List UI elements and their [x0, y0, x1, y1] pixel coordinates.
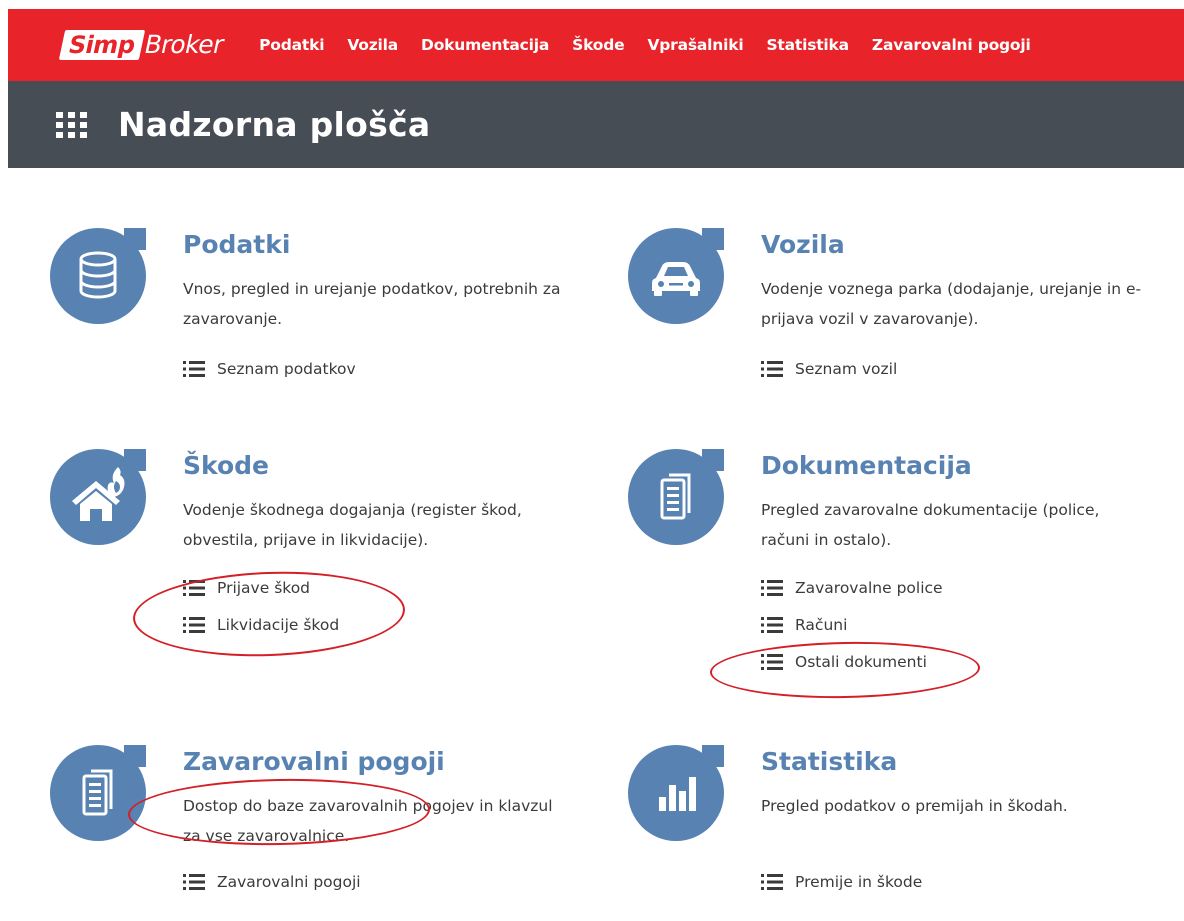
card-links-statistika: Premije in škode: [761, 863, 922, 900]
card-links-zavarovalni-pogoji: Zavarovalni pogoji: [183, 863, 361, 900]
card-links-vozila: Seznam vozil: [761, 350, 897, 387]
nav-item-skode[interactable]: Škode: [572, 36, 625, 54]
link-ostali-dokumenti[interactable]: Ostali dokumenti: [761, 643, 943, 680]
link-label: Prijave škod: [217, 578, 311, 597]
card-title-vozila[interactable]: Vozila: [761, 230, 845, 259]
link-seznam-podatkov[interactable]: Seznam podatkov: [183, 350, 356, 387]
list-icon: [183, 360, 205, 377]
card-links-podatki: Seznam podatkov: [183, 350, 356, 387]
list-icon: [761, 873, 783, 890]
link-label: Zavarovalni pogoji: [217, 872, 361, 891]
card-desc-podatki: Vnos, pregled in urejanje podatkov, potr…: [183, 280, 561, 328]
link-label: Ostali dokumenti: [795, 652, 927, 671]
link-premije-in-skode[interactable]: Premije in škode: [761, 863, 922, 900]
card-title-zavarovalni-pogoji[interactable]: Zavarovalni pogoji: [183, 747, 445, 776]
card-podatki: Podatki Vnos, pregled in urejanje podatk…: [50, 228, 610, 398]
link-label: Premije in škode: [795, 872, 923, 891]
nav-item-statistika[interactable]: Statistika: [766, 36, 849, 54]
house-fire-icon: [50, 449, 146, 545]
list-icon: [183, 579, 205, 596]
link-zavarovalne-police[interactable]: Zavarovalne police: [761, 569, 943, 606]
nav-item-podatki[interactable]: Podatki: [259, 36, 324, 54]
main-nav: Podatki Vozila Dokumentacija Škode Vpraš…: [259, 36, 1054, 54]
logo-broker-text: Broker: [141, 30, 227, 59]
card-title-skode[interactable]: Škode: [183, 451, 269, 480]
link-label: Likvidacije škod: [217, 615, 340, 634]
link-seznam-vozil[interactable]: Seznam vozil: [761, 350, 897, 387]
list-icon: [761, 616, 783, 633]
link-label: Seznam vozil: [795, 359, 898, 378]
nav-item-zavarovalni-pogoji[interactable]: Zavarovalni pogoji: [872, 36, 1031, 54]
link-racuni[interactable]: Računi: [761, 606, 943, 643]
card-dokumentacija: Dokumentacija Pregled zavarovalne dokume…: [628, 449, 1184, 689]
card-desc-zavarovalni-pogoji: Dostop do baze zavarovalnih pogojev in k…: [183, 797, 553, 845]
nav-item-dokumentacija[interactable]: Dokumentacija: [421, 36, 549, 54]
card-zavarovalni-pogoji: Zavarovalni pogoji Dostop do baze zavaro…: [50, 745, 610, 915]
database-icon: [50, 228, 146, 324]
top-navigation-bar: Simp Broker Podatki Vozila Dokumentacija…: [8, 9, 1184, 81]
logo-simp-text: Simp: [58, 30, 145, 60]
card-links-dokumentacija: Zavarovalne police Računi Ostali dokumen…: [761, 569, 943, 680]
link-zavarovalni-pogoji[interactable]: Zavarovalni pogoji: [183, 863, 361, 900]
card-title-dokumentacija[interactable]: Dokumentacija: [761, 451, 972, 480]
card-vozila: Vozila Vodenje voznega parka (dodajanje,…: [628, 228, 1184, 398]
car-icon: [628, 228, 724, 324]
link-label: Zavarovalne police: [795, 578, 943, 597]
card-desc-vozila: Vodenje voznega parka (dodajanje, urejan…: [761, 280, 1142, 328]
link-likvidacije-skod[interactable]: Likvidacije škod: [183, 606, 339, 643]
card-statistika: Statistika Pregled podatkov o premijah i…: [628, 745, 1184, 915]
list-icon: [183, 616, 205, 633]
apps-grid-icon[interactable]: [56, 111, 87, 138]
list-icon: [183, 873, 205, 890]
card-desc-skode: Vodenje škodnega dogajanja (register ško…: [183, 501, 522, 549]
nav-item-vozila[interactable]: Vozila: [347, 36, 398, 54]
page-title: Nadzorna plošča: [118, 105, 431, 144]
page-title-bar: Nadzorna plošča: [8, 81, 1184, 168]
card-title-statistika[interactable]: Statistika: [761, 747, 897, 776]
link-label: Računi: [795, 615, 848, 634]
card-skode: Škode Vodenje škodnega dogajanja (regist…: [50, 449, 610, 649]
card-links-skode: Prijave škod Likvidacije škod: [183, 569, 339, 643]
link-prijave-skod[interactable]: Prijave škod: [183, 569, 339, 606]
document-icon: [628, 449, 724, 545]
link-label: Seznam podatkov: [217, 359, 356, 378]
card-desc-dokumentacija: Pregled zavarovalne dokumentacije (polic…: [761, 501, 1100, 549]
card-desc-statistika: Pregled podatkov o premijah in škodah.: [761, 797, 1068, 815]
card-title-podatki[interactable]: Podatki: [183, 230, 290, 259]
bar-chart-icon: [628, 745, 724, 841]
list-icon: [761, 653, 783, 670]
simpbroker-logo[interactable]: Simp Broker: [58, 30, 227, 60]
list-icon: [761, 360, 783, 377]
document-icon: [50, 745, 146, 841]
list-icon: [761, 579, 783, 596]
nav-item-vprasalniki[interactable]: Vprašalniki: [647, 36, 743, 54]
